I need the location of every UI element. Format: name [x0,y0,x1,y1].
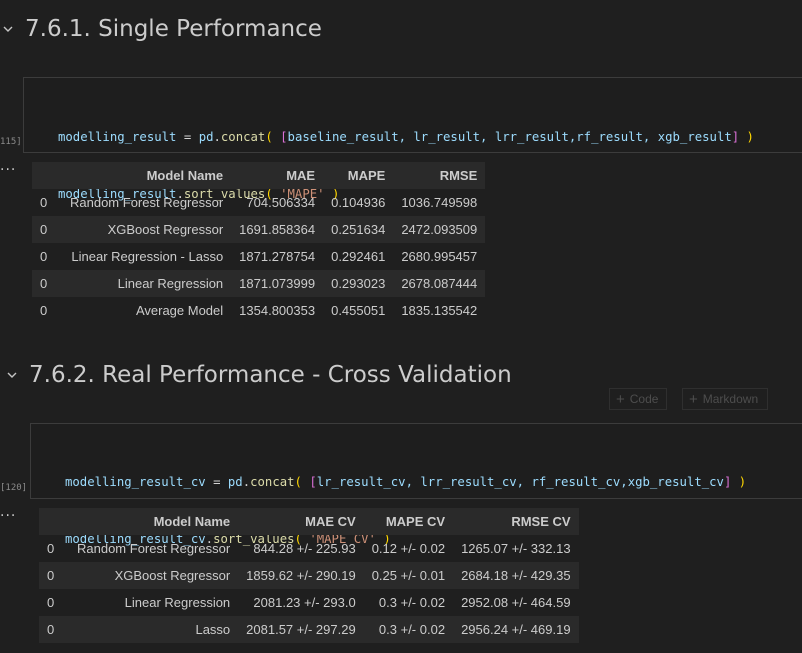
results-table: Model Name MAE MAPE RMSE 0 Random Forest… [32,162,486,324]
cell-rmse: 2680.995457 [401,249,478,264]
table-row: 0 Random Forest Regressor 844.28 +/- 225… [39,535,579,562]
column-header: MAE [231,162,324,189]
cell-model-name: Linear Regression [124,595,231,610]
section-title: 7.6.2. Real Performance - Cross Validati… [29,362,512,388]
row-index: 0 [40,249,48,264]
column-header [39,508,69,535]
cell-mape: 0.251634 [323,216,394,243]
cell-mape: 0.455051 [331,303,386,318]
column-header: RMSE [393,162,486,189]
cell-rmse-cv: 2952.08 +/- 464.59 [461,595,571,610]
column-header: MAE CV [238,508,364,535]
table-row: 0 Linear Regression - Lasso 1871.278754 … [32,243,485,270]
cell-mae: 1871.073999 [231,270,324,297]
section-heading-real-performance: 7.6.2. Real Performance - Cross Validati… [0,362,512,388]
section-heading-single-performance: 7.6.1. Single Performance [0,16,322,42]
column-header: RMSE CV [453,508,579,535]
column-header [32,162,62,189]
table-row: 0 XGBoost Regressor 1691.858364 0.251634… [32,216,486,243]
cell-rmse-cv: 2956.24 +/- 469.19 [453,616,579,643]
column-header: Model Name [69,508,239,535]
cell-mape: 0.292461 [331,249,386,264]
cell-mape: 0.104936 [331,195,386,210]
plus-icon: + [689,390,698,408]
cell-model-name: XGBoost Regressor [62,216,232,243]
table-row: 0 Linear Regression 2081.23 +/- 293.0 0.… [39,589,579,616]
cell-mae-cv: 2081.57 +/- 297.29 [238,616,364,643]
row-index: 0 [47,541,55,556]
cell-mape-cv: 0.3 +/- 0.02 [378,595,446,610]
code-cell-2[interactable]: modelling_result_cv = pd.concat( [lr_res… [30,423,802,546]
cell-rmse-cv: 1265.07 +/- 332.13 [461,541,571,556]
code-line-1: modelling_result_cv = pd.concat( [lr_res… [65,475,747,489]
cell-mae: 1354.800353 [239,303,316,318]
output-menu-icon[interactable]: ... [0,158,16,174]
section-title: 7.6.1. Single Performance [25,16,322,42]
output-menu-icon[interactable]: ... [0,504,16,520]
column-header: Model Name [62,162,232,189]
cell-mae-cv: 844.28 +/- 225.93 [253,541,356,556]
cell-model-name: Average Model [135,303,224,318]
add-code-cell-button[interactable]: + Code [609,388,667,410]
table-header-row: Model Name MAE CV MAPE CV RMSE CV [39,508,579,535]
cell-mae: 1871.278754 [239,249,316,264]
row-index: 0 [40,195,48,210]
table-row: 0 Linear Regression 1871.073999 0.293023… [32,270,486,297]
table-header-row: Model Name MAE MAPE RMSE [32,162,486,189]
execution-count: 115] [0,137,22,147]
table-row: 0 Random Forest Regressor 704.506334 0.1… [32,189,485,216]
cell-rmse: 1036.749598 [401,195,478,210]
chevron-down-icon[interactable] [7,370,17,380]
table-row: 0 XGBoost Regressor 1859.62 +/- 290.19 0… [39,562,579,589]
row-index: 0 [47,595,55,610]
column-header: MAPE [323,162,394,189]
cell-rmse-cv: 2684.18 +/- 429.35 [453,562,579,589]
column-header: MAPE CV [363,508,454,535]
cell-mae: 704.506334 [246,195,316,210]
code-cell-1[interactable]: modelling_result = pd.concat( [baseline_… [23,77,802,201]
cv-results-table: Model Name MAE CV MAPE CV RMSE CV 0 Rand… [39,508,579,643]
chevron-down-icon[interactable] [3,24,13,34]
cell-model-name: Random Forest Regressor [77,541,231,556]
row-index: 0 [32,216,62,243]
cell-rmse: 2472.093509 [393,216,486,243]
add-markdown-cell-button[interactable]: + Markdown [682,388,768,410]
cell-mape: 0.293023 [323,270,394,297]
cell-model-name: Random Forest Regressor [70,195,224,210]
cell-mape-cv: 0.3 +/- 0.02 [363,616,454,643]
cell-model-name: XGBoost Regressor [69,562,239,589]
cell-mae: 1691.858364 [231,216,324,243]
row-index: 0 [40,303,48,318]
code-line-1: modelling_result = pd.concat( [baseline_… [58,130,754,144]
cell-mape-cv: 0.25 +/- 0.01 [363,562,454,589]
cell-model-name: Linear Regression - Lasso [71,249,224,264]
cell-mae-cv: 1859.62 +/- 290.19 [238,562,364,589]
cell-mape-cv: 0.12 +/- 0.02 [371,541,446,556]
cell-rmse: 1835.135542 [401,303,478,318]
table-row: 0 Lasso 2081.57 +/- 297.29 0.3 +/- 0.02 … [39,616,579,643]
row-index: 0 [32,270,62,297]
cell-mae-cv: 2081.23 +/- 293.0 [253,595,356,610]
cell-model-name: Lasso [69,616,239,643]
row-index: 0 [39,562,69,589]
cell-rmse: 2678.087444 [393,270,486,297]
plus-icon: + [616,390,625,408]
cell-model-name: Linear Regression [62,270,232,297]
execution-count: [120] [0,483,28,493]
row-index: 0 [39,616,69,643]
table-row: 0 Average Model 1354.800353 0.455051 183… [32,297,485,324]
